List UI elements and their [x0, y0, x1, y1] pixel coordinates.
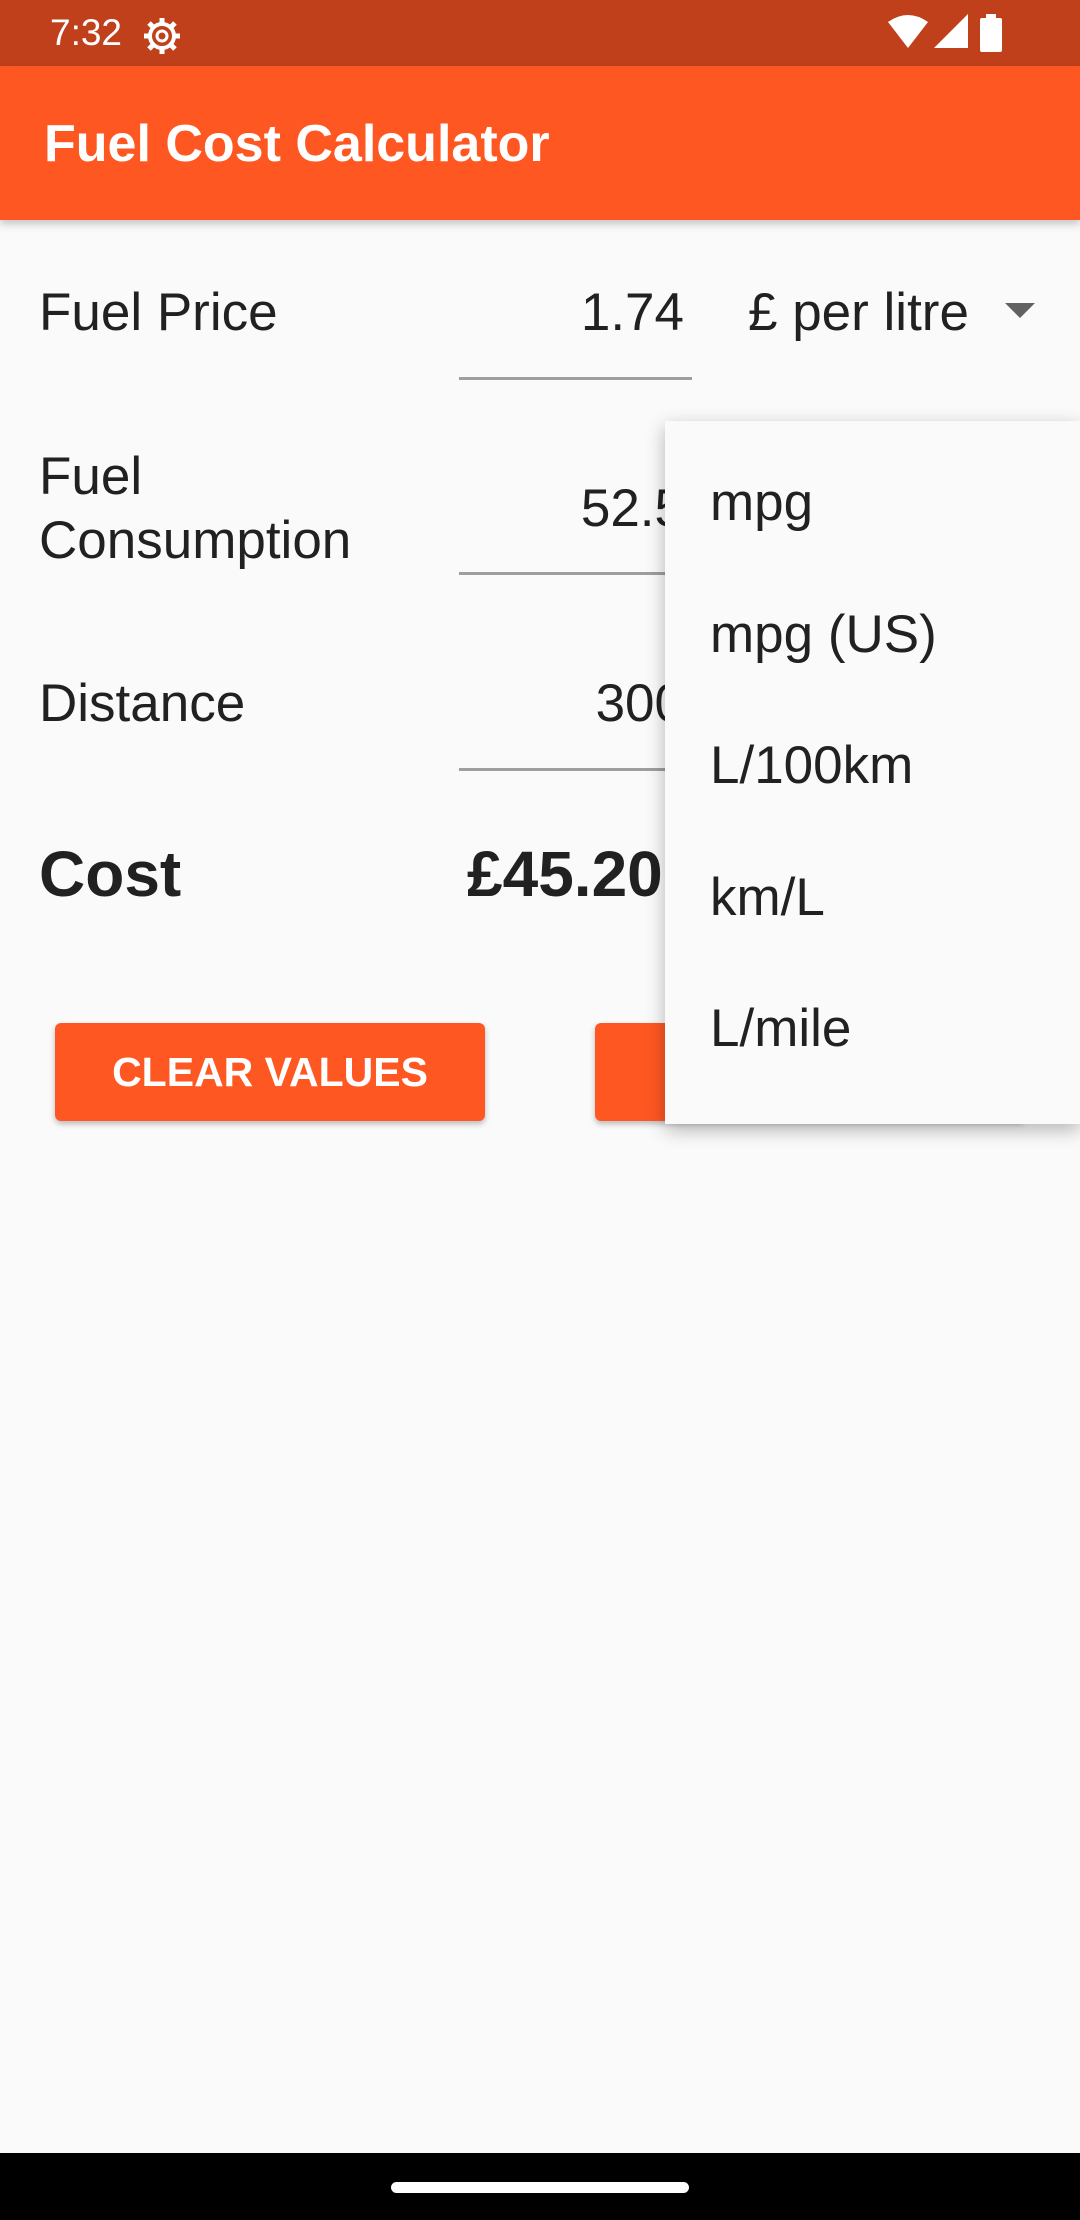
fuel-consumption-label-line1: Fuel [39, 447, 143, 506]
dropdown-option-mpg[interactable]: mpg [710, 471, 813, 535]
clear-values-button[interactable]: CLEAR VALUES [55, 1023, 485, 1121]
status-time: 7:32 [50, 12, 123, 53]
fuel-consumption-input[interactable]: 52.5 [459, 477, 684, 541]
dropdown-arrow-icon[interactable] [1005, 303, 1035, 318]
wifi-icon [888, 15, 928, 48]
navigation-bar [0, 2153, 1080, 2220]
app-title: Fuel Cost Calculator [44, 115, 550, 173]
unit-dropdown-menu: mpg mpg (US) L/100km km/L L/mile [665, 421, 1080, 1124]
dropdown-option-l-100km[interactable]: L/100km [710, 734, 913, 798]
fuel-consumption-underline [459, 572, 692, 575]
status-bar: 7:32 [0, 0, 1080, 66]
signal-icon [934, 14, 968, 48]
home-gesture-handle[interactable] [391, 2182, 689, 2193]
fuel-consumption-label-line2: Consumption [39, 511, 352, 570]
distance-underline [459, 768, 692, 771]
fuel-price-input[interactable]: 1.74 [459, 281, 684, 345]
battery-icon [980, 14, 1002, 52]
dropdown-option-km-l[interactable]: km/L [710, 866, 825, 930]
dropdown-option-mpg-us[interactable]: mpg (US) [710, 603, 937, 667]
settings-icon [144, 18, 180, 54]
fuel-price-label: Fuel Price [39, 283, 278, 342]
fuel-price-unit-spinner[interactable]: £ per litre [748, 281, 969, 345]
app-bar: Fuel Cost Calculator [0, 66, 1080, 220]
distance-input[interactable]: 300 [459, 672, 684, 736]
cost-value: £45.20 [467, 838, 663, 910]
cost-label: Cost [39, 838, 182, 910]
fuel-price-underline [459, 377, 692, 380]
distance-label: Distance [39, 674, 246, 733]
dropdown-option-l-mile[interactable]: L/mile [710, 997, 851, 1061]
